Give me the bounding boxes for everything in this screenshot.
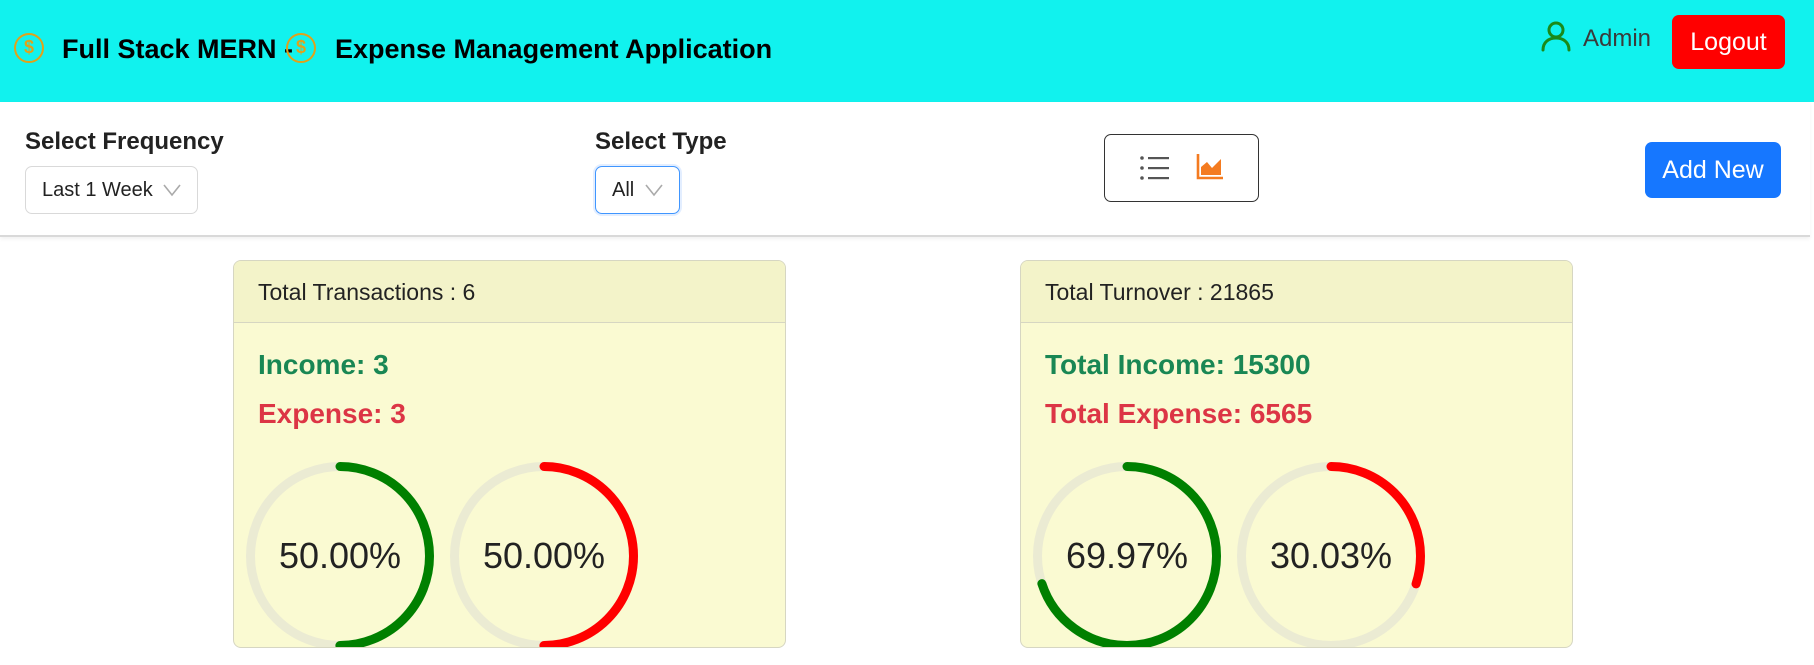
dollar-coin-icon: $ <box>14 33 44 63</box>
income-count: Income: 3 <box>258 349 389 380</box>
expense-progress-ring <box>1236 461 1426 647</box>
app-title-part1: Full Stack MERN - <box>62 34 294 64</box>
app-title-part2: Expense Management Application <box>335 34 773 64</box>
progress-ring-svg <box>450 462 638 647</box>
type-select-value: All <box>612 179 635 201</box>
expense-progress-ring <box>449 461 639 647</box>
list-icon[interactable] <box>1139 154 1169 182</box>
logout-button[interactable]: Logout <box>1672 15 1785 69</box>
area-chart-icon[interactable] <box>1196 152 1224 180</box>
progress-ring-svg <box>1237 462 1425 647</box>
user-icon <box>1541 21 1571 52</box>
transactions-card-header: Total Transactions : 6 <box>234 261 785 323</box>
progress-ring-svg <box>1033 462 1221 647</box>
total-expense: Total Expense: 6565 <box>1045 398 1313 429</box>
frequency-select[interactable]: Last 1 Week <box>25 166 198 214</box>
frequency-select-value: Last 1 Week <box>42 179 153 201</box>
chevron-down-icon <box>163 184 181 197</box>
user-name[interactable]: Admin <box>1583 25 1651 53</box>
transactions-card: Total Transactions : 6 Income: 3 Expense… <box>233 260 786 648</box>
turnover-card-header: Total Turnover : 21865 <box>1021 261 1572 323</box>
expense-count: Expense: 3 <box>258 398 406 429</box>
income-progress-ring <box>1032 461 1222 647</box>
progress-ring-svg <box>246 462 434 647</box>
chevron-down-icon <box>645 184 663 197</box>
income-progress-ring <box>245 461 435 647</box>
view-toggle <box>1104 134 1259 202</box>
add-new-button[interactable]: Add New <box>1645 142 1781 198</box>
total-income: Total Income: 15300 <box>1045 349 1311 380</box>
filter-bar: Select Frequency Last 1 Week Select Type… <box>0 102 1810 237</box>
app-header: $ Full Stack MERN - $ Expense Management… <box>0 0 1814 102</box>
frequency-label: Select Frequency <box>25 128 224 155</box>
type-select[interactable]: All <box>595 166 680 214</box>
turnover-card: Total Turnover : 21865 Total Income: 153… <box>1020 260 1573 648</box>
type-label: Select Type <box>595 128 727 155</box>
dollar-coin-icon: $ <box>286 33 316 63</box>
